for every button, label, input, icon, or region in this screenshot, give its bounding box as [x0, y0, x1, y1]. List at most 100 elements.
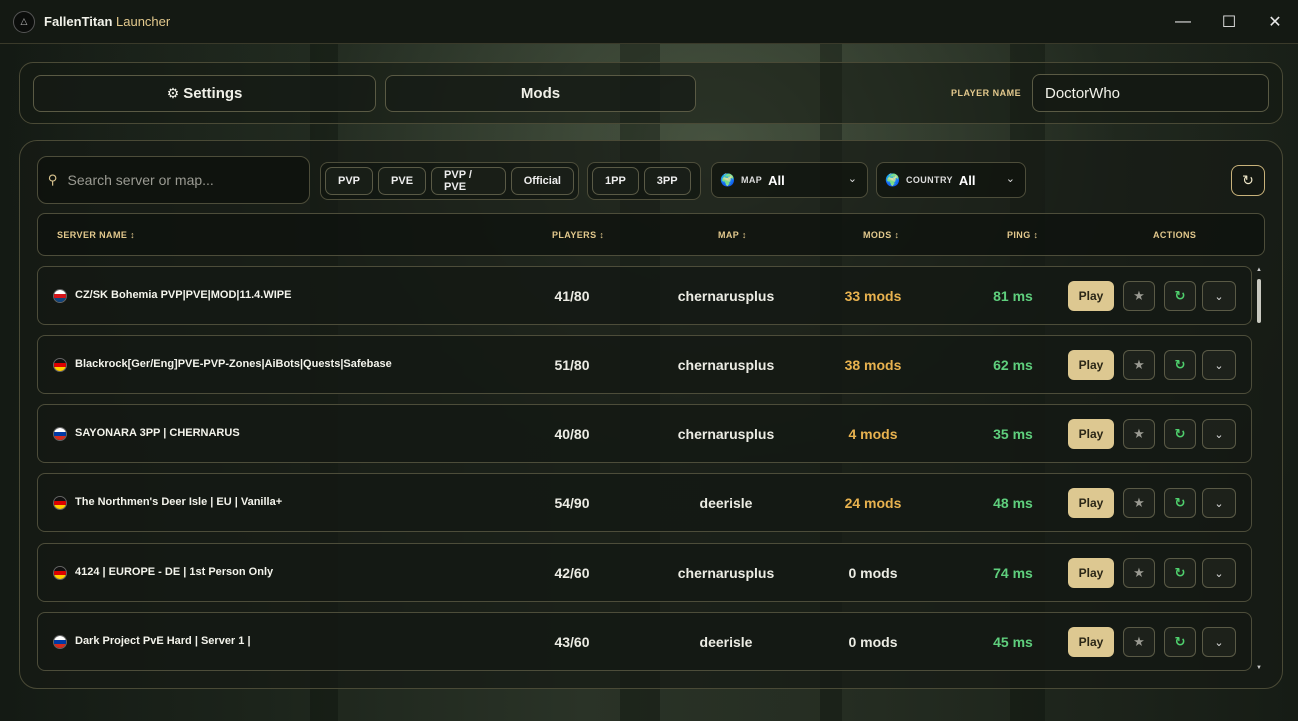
- refresh-server-button[interactable]: ↻: [1164, 627, 1196, 657]
- scroll-down-icon[interactable]: ▼: [1255, 665, 1263, 671]
- server-name: 4124 | EUROPE - DE | 1st Person Only: [75, 566, 274, 578]
- search-box[interactable]: ⚲: [37, 156, 310, 204]
- star-icon: ★: [1133, 426, 1145, 441]
- server-map: chernarusplus: [677, 357, 775, 373]
- view-filter-group: 1PP 3PP: [587, 162, 701, 200]
- server-mods: 0 mods: [848, 634, 898, 650]
- chevron-down-icon: ⌄: [1214, 428, 1224, 441]
- table-row[interactable]: SAYONARA 3PP | CHERNARUS 40/80 chernaruspl…: [37, 404, 1252, 463]
- play-button[interactable]: Play: [1068, 558, 1114, 588]
- table-row[interactable]: Dark Project PvE Hard | Server 1 | 43/60 d…: [37, 612, 1252, 671]
- header-mods[interactable]: MODS ↕: [863, 230, 899, 240]
- expand-button[interactable]: ⌄: [1202, 281, 1236, 311]
- filter-chip-official[interactable]: Official: [510, 167, 574, 195]
- map-dropdown[interactable]: 🌍 MAP All ⌄: [711, 162, 868, 198]
- play-button[interactable]: Play: [1068, 627, 1114, 657]
- server-mods: 33 mods: [844, 288, 902, 304]
- gear-icon: ⚙: [166, 85, 180, 101]
- player-name-label: PLAYER NAME: [951, 88, 1022, 98]
- search-icon: ⚲: [48, 172, 58, 187]
- server-ping: 45 ms: [993, 634, 1033, 650]
- filter-chip-1pp[interactable]: 1PP: [592, 167, 639, 195]
- server-ping: 35 ms: [993, 426, 1033, 442]
- favorite-button[interactable]: ★: [1123, 558, 1155, 588]
- table-row[interactable]: 4124 | EUROPE - DE | 1st Person Only 42/6…: [37, 543, 1252, 602]
- server-mods: 4 mods: [848, 426, 898, 442]
- favorite-button[interactable]: ★: [1123, 419, 1155, 449]
- header-players[interactable]: PLAYERS ↕: [552, 230, 604, 240]
- refresh-list-button[interactable]: ↻: [1231, 165, 1265, 196]
- filter-chip-3pp[interactable]: 3PP: [643, 167, 691, 195]
- server-ping: 81 ms: [993, 288, 1033, 304]
- favorite-button[interactable]: ★: [1123, 281, 1155, 311]
- refresh-icon: ↻: [1174, 288, 1186, 303]
- header-ping[interactable]: PING ↕: [1007, 230, 1038, 240]
- header-server-name[interactable]: SERVER NAME ↕: [57, 230, 135, 240]
- refresh-server-button[interactable]: ↻: [1164, 350, 1196, 380]
- server-players: 43/60: [554, 634, 590, 650]
- refresh-server-button[interactable]: ↻: [1164, 558, 1196, 588]
- minimize-button[interactable]: —: [1160, 0, 1206, 44]
- play-button[interactable]: Play: [1068, 488, 1114, 518]
- favorite-button[interactable]: ★: [1123, 627, 1155, 657]
- refresh-server-button[interactable]: ↻: [1164, 419, 1196, 449]
- refresh-icon: ↻: [1174, 426, 1186, 441]
- star-icon: ★: [1133, 357, 1145, 372]
- refresh-server-button[interactable]: ↻: [1164, 281, 1196, 311]
- expand-button[interactable]: ⌄: [1202, 419, 1236, 449]
- expand-button[interactable]: ⌄: [1202, 627, 1236, 657]
- maximize-button[interactable]: ☐: [1206, 0, 1252, 44]
- play-button[interactable]: Play: [1068, 281, 1114, 311]
- refresh-icon: ↻: [1174, 634, 1186, 649]
- app-title: FallenTitan Launcher: [44, 14, 170, 29]
- flag-icon: [53, 635, 67, 649]
- star-icon: ★: [1133, 634, 1145, 649]
- expand-button[interactable]: ⌄: [1202, 558, 1236, 588]
- favorite-button[interactable]: ★: [1123, 350, 1155, 380]
- chevron-down-icon: ⌄: [1214, 567, 1224, 580]
- play-button[interactable]: Play: [1068, 350, 1114, 380]
- server-players: 42/60: [554, 565, 590, 581]
- server-map: chernarusplus: [677, 426, 775, 442]
- close-button[interactable]: ✕: [1252, 0, 1298, 44]
- header-map[interactable]: MAP ↕: [718, 230, 747, 240]
- settings-button[interactable]: ⚙ Settings: [33, 75, 376, 112]
- server-ping: 48 ms: [993, 495, 1033, 511]
- country-dropdown[interactable]: 🌍 COUNTRY All ⌄: [876, 162, 1026, 198]
- filter-chip-pve[interactable]: PVE: [378, 167, 427, 195]
- filter-chip-pvp[interactable]: PVP: [325, 167, 374, 195]
- title-bar: △ FallenTitan Launcher — ☐ ✕: [0, 0, 1298, 44]
- globe-icon: 🌍: [885, 173, 900, 187]
- app-title-sub: Launcher: [116, 14, 171, 29]
- search-input[interactable]: [67, 172, 288, 188]
- server-name: The Northmen's Deer Isle | EU | Vanilla+: [75, 496, 283, 508]
- scroll-up-icon[interactable]: ▲: [1255, 267, 1263, 273]
- favorite-button[interactable]: ★: [1123, 488, 1155, 518]
- table-row[interactable]: Blackrock[Ger/Eng]PVE-PVP-Zones|AiBots|Q…: [37, 335, 1252, 394]
- player-name-input[interactable]: [1032, 74, 1269, 112]
- expand-button[interactable]: ⌄: [1202, 350, 1236, 380]
- scrollbar[interactable]: ▲ ▼: [1255, 267, 1263, 671]
- play-button[interactable]: Play: [1068, 419, 1114, 449]
- chevron-down-icon: ⌄: [1214, 497, 1224, 510]
- scroll-thumb[interactable]: [1257, 279, 1261, 323]
- server-map: chernarusplus: [677, 288, 775, 304]
- server-players: 51/80: [554, 357, 590, 373]
- server-players: 41/80: [554, 288, 590, 304]
- table-row[interactable]: The Northmen's Deer Isle | EU | Vanilla+…: [37, 473, 1252, 532]
- server-players: 54/90: [554, 495, 590, 511]
- server-map: chernarusplus: [677, 565, 775, 581]
- header-actions: ACTIONS: [1153, 230, 1197, 240]
- refresh-server-button[interactable]: ↻: [1164, 488, 1196, 518]
- refresh-icon: ↻: [1174, 357, 1186, 372]
- flag-icon: [53, 566, 67, 580]
- map-dropdown-label: MAP: [740, 175, 763, 185]
- country-dropdown-value: All: [958, 172, 976, 188]
- server-players: 40/80: [554, 426, 590, 442]
- server-mods: 38 mods: [844, 357, 902, 373]
- table-row[interactable]: CZ/SK Bohemia PVP|PVE|MOD|11.4.WIPE 41/80…: [37, 266, 1252, 325]
- filter-chip-pvp-pve[interactable]: PVP / PVE: [431, 167, 506, 195]
- mods-button[interactable]: Mods: [385, 75, 696, 112]
- expand-button[interactable]: ⌄: [1202, 488, 1236, 518]
- mode-filter-group: PVP PVE PVP / PVE Official: [320, 162, 579, 200]
